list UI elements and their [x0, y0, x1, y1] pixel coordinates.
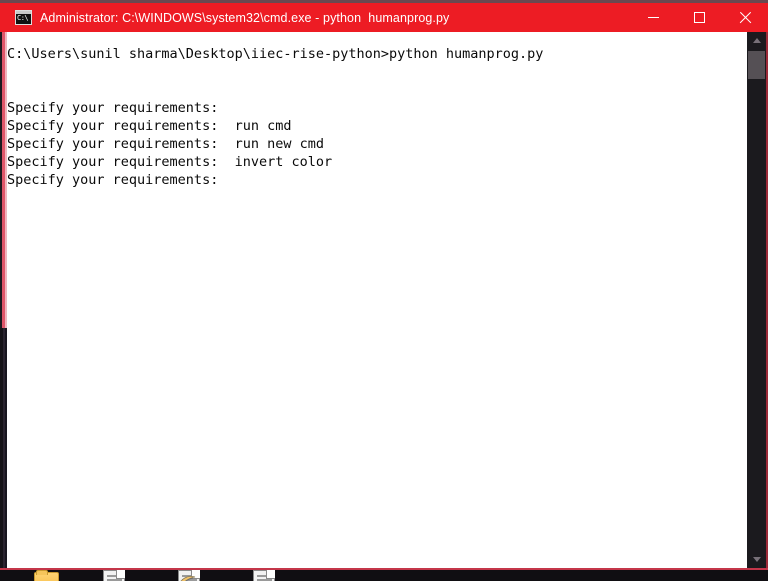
swoosh-overlay-icon [176, 574, 196, 581]
scroll-up-arrow-icon[interactable] [747, 32, 766, 49]
cmd-window: C:\ Administrator: C:\WINDOWS\system32\c… [0, 0, 768, 570]
minimize-icon [647, 17, 659, 18]
window-title: Administrator: C:\WINDOWS\system32\cmd.e… [40, 10, 450, 25]
scrollbar-thumb[interactable] [748, 51, 765, 79]
cmd-console-icon: C:\ [15, 10, 32, 25]
scroll-down-arrow-icon[interactable] [747, 551, 766, 568]
folder-icon [34, 570, 59, 581]
taskbar-item-document-3[interactable] [250, 569, 280, 581]
maximize-icon [693, 12, 705, 23]
window-left-border [0, 32, 7, 328]
console-text: C:\Users\sunil sharma\Desktop\iiec-rise-… [7, 46, 544, 188]
close-icon [739, 11, 752, 24]
close-button[interactable] [722, 3, 768, 32]
window-left-border-lower [0, 328, 7, 568]
taskbar-item-document-2[interactable] [175, 569, 205, 581]
document-icon [103, 570, 125, 581]
minimize-button[interactable] [630, 3, 676, 32]
window-bottom-border [0, 568, 768, 570]
taskbar-item-folder[interactable] [32, 569, 62, 581]
scrollbar-track[interactable] [747, 49, 766, 551]
document-icon [253, 570, 275, 581]
window-titlebar[interactable]: C:\ Administrator: C:\WINDOWS\system32\c… [0, 3, 768, 32]
taskbar-item-document-1[interactable] [100, 569, 130, 581]
vertical-scrollbar[interactable] [747, 32, 766, 568]
console-output-area[interactable]: C:\Users\sunil sharma\Desktop\iiec-rise-… [7, 32, 747, 568]
cmd-icon-glyph: C:\ [17, 14, 29, 22]
maximize-button[interactable] [676, 3, 722, 32]
